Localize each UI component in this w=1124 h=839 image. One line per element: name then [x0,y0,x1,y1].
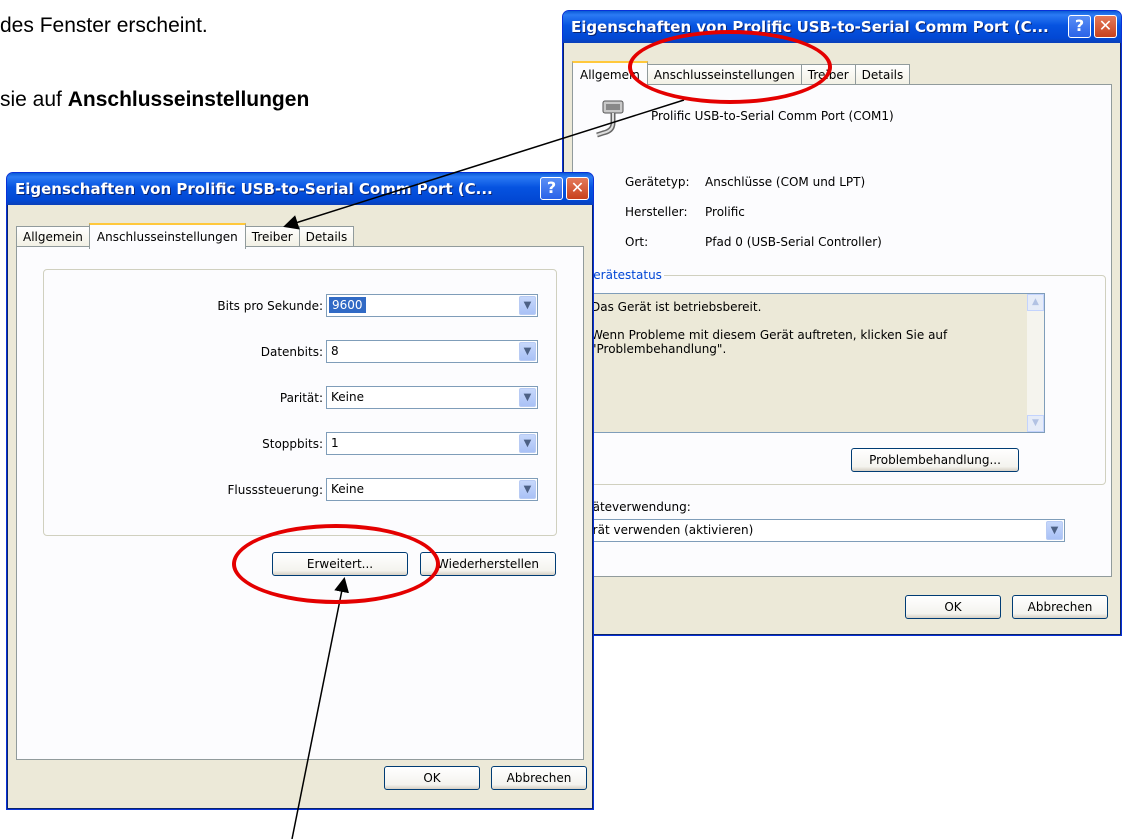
scroll-up-icon[interactable]: ▲ [1027,294,1044,311]
flow-control-label: Flusssteuerung: [227,483,323,497]
window-body: Allgemein Anschlusseinstellungen Treiber… [566,43,1118,632]
tab-page-general: Prolific USB-to-Serial Comm Port (COM1) … [571,84,1112,577]
status-line-1: Das Gerät ist betriebsbereit. [591,300,762,314]
document-text-bold: Anschlusseinstellungen [67,88,310,111]
device-type-value: Anschlüsse (COM und LPT) [705,175,866,189]
properties-window-port-settings: Eigenschaften von Prolific USB-to-Serial… [6,172,594,810]
location-value: Pfad 0 (USB-Serial Controller) [705,235,882,249]
chevron-down-icon[interactable]: ▼ [519,388,536,407]
tab-details[interactable]: Details [298,226,355,248]
help-button[interactable]: ? [1068,15,1091,38]
window-title: Eigenschaften von Prolific USB-to-Serial… [15,180,493,198]
title-bar[interactable]: Eigenschaften von Prolific USB-to-Serial… [7,173,593,205]
properties-window-general: Eigenschaften von Prolific USB-to-Serial… [562,10,1122,636]
serial-port-icon [596,100,624,138]
location-label: Ort: [625,235,649,249]
advanced-button[interactable]: Erweitert... [272,552,408,576]
tab-port-settings[interactable]: Anschlusseinstellungen [646,64,802,86]
ok-button[interactable]: OK [905,595,1001,619]
chevron-down-icon[interactable]: ▼ [1046,521,1063,540]
tab-details[interactable]: Details [854,64,911,86]
status-line-2: Wenn Probleme mit diesem Gerät auftreten… [591,328,948,342]
tab-general[interactable]: Allgemein [572,61,648,87]
tab-driver[interactable]: Treiber [800,64,856,86]
title-bar[interactable]: Eigenschaften von Prolific USB-to-Serial… [563,11,1121,43]
tab-general[interactable]: Allgemein [16,226,90,248]
data-bits-label: Datenbits: [260,345,323,359]
stop-bits-select[interactable]: 1 ▼ [326,432,538,455]
window-body: Allgemein Anschlusseinstellungen Treiber… [10,205,590,806]
tab-port-settings[interactable]: Anschlusseinstellungen [88,223,246,249]
chevron-down-icon[interactable]: ▼ [519,342,536,361]
stop-bits-label: Stoppbits: [262,437,323,451]
cancel-button[interactable]: Abbrechen [1012,595,1108,619]
help-button[interactable]: ? [540,177,563,200]
stop-bits-value: 1 [331,436,339,450]
flow-control-value: Keine [331,482,364,496]
restore-defaults-button[interactable]: Wiederherstellen [420,552,556,576]
manufacturer-label: Hersteller: [625,205,688,219]
device-status-textbox[interactable]: Das Gerät ist betriebsbereit. Wenn Probl… [587,293,1045,433]
flow-control-select[interactable]: Keine ▼ [326,478,538,501]
baud-rate-value: 9600 [329,297,366,313]
parity-value: Keine [331,390,364,404]
scroll-down-icon[interactable]: ▼ [1027,415,1044,432]
tab-page-port-settings: Bits pro Sekunde: 9600 ▼ Datenbits: 8 ▼ … [16,246,584,760]
manufacturer-value: Prolific [705,205,745,219]
troubleshoot-button[interactable]: Problembehandlung... [851,448,1019,472]
device-status-title: Gerätestatus [582,268,664,282]
device-type-label: Gerätetyp: [625,175,690,189]
device-name: Prolific USB-to-Serial Comm Port (COM1) [651,109,894,123]
parity-label: Parität: [279,391,323,405]
window-title: Eigenschaften von Prolific USB-to-Serial… [571,18,1049,36]
ok-button[interactable]: OK [384,766,480,790]
data-bits-select[interactable]: 8 ▼ [326,340,538,363]
document-text-line-2: sie auf Anschlusseinstellungen [0,88,309,112]
document-text-prefix: sie auf [0,88,68,111]
close-button[interactable]: ✕ [1094,15,1117,38]
status-line-3: "Problembehandlung". [591,342,727,356]
chevron-down-icon[interactable]: ▼ [519,480,536,499]
status-scrollbar[interactable]: ▲ ▼ [1027,294,1044,432]
tab-strip: Allgemein Anschlusseinstellungen Treiber… [572,61,911,87]
tab-strip: Allgemein Anschlusseinstellungen Treiber… [16,223,355,249]
device-usage-value: Gerät verwenden (aktivieren) [576,523,754,537]
cancel-button[interactable]: Abbrechen [491,766,587,790]
device-usage-select[interactable]: Gerät verwenden (aktivieren) ▼ [571,519,1065,542]
close-button[interactable]: ✕ [566,177,589,200]
tab-driver[interactable]: Treiber [244,226,300,248]
document-text-line-1: des Fenster erscheint. [0,14,208,37]
baud-rate-label: Bits pro Sekunde: [217,299,323,313]
parity-select[interactable]: Keine ▼ [326,386,538,409]
baud-rate-select[interactable]: 9600 ▼ [326,294,538,317]
chevron-down-icon[interactable]: ▼ [519,434,536,453]
data-bits-value: 8 [331,344,339,358]
chevron-down-icon[interactable]: ▼ [519,296,536,315]
